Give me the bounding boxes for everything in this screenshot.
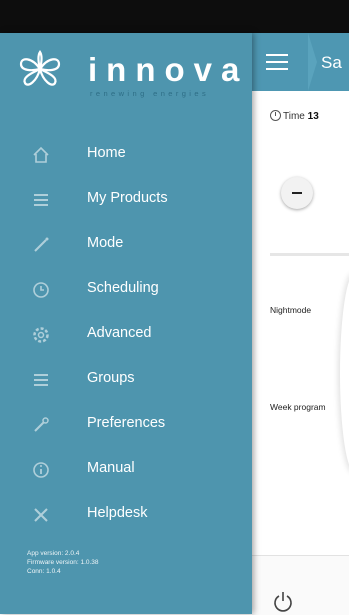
- decrease-button[interactable]: [281, 177, 313, 209]
- nav-item-manual[interactable]: Manual: [0, 452, 252, 488]
- brand-tagline: renewing energies: [90, 89, 210, 98]
- header-chevron: [308, 33, 317, 91]
- time-value: 13: [307, 111, 319, 122]
- version-info: App version: 2.0.4 Firmware version: 1.0…: [27, 549, 99, 576]
- nav-item-scheduling[interactable]: Scheduling: [0, 272, 252, 308]
- divider: [270, 253, 349, 256]
- nav-label: Home: [87, 145, 126, 161]
- conn-version: Conn: 1.0.4: [27, 568, 61, 575]
- nav-item-groups[interactable]: Groups: [0, 362, 252, 398]
- nav-item-advanced[interactable]: Advanced: [0, 317, 252, 353]
- nav-label: My Products: [87, 190, 168, 206]
- nav-item-my-products[interactable]: My Products: [0, 182, 252, 218]
- nav-label: Advanced: [87, 325, 152, 341]
- time-row: Time 13: [270, 110, 319, 122]
- tools-icon: [31, 415, 51, 435]
- nav-item-helpdesk[interactable]: Helpdesk: [0, 497, 252, 533]
- wand-icon: [31, 235, 51, 255]
- nav-label: Scheduling: [87, 280, 159, 296]
- bottom-bar: [252, 555, 349, 615]
- tools-cross-icon: [31, 505, 51, 525]
- logo-mark-icon: [19, 50, 61, 86]
- week-program-label[interactable]: Week program: [270, 402, 326, 412]
- list-icon: [31, 370, 51, 390]
- info-icon: [31, 460, 51, 480]
- navigation-drawer: innova renewing energies Home My Product…: [0, 33, 252, 614]
- nav-label: Mode: [87, 235, 124, 251]
- nav-label: Helpdesk: [87, 505, 148, 521]
- firmware-version: Firmware version: 1.0.38: [27, 559, 99, 566]
- nav-label: Manual: [87, 460, 135, 476]
- list-icon: [31, 190, 51, 210]
- nav-item-preferences[interactable]: Preferences: [0, 407, 252, 443]
- gear-icon: [31, 325, 51, 345]
- nav-item-mode[interactable]: Mode: [0, 227, 252, 263]
- brand-name: innova: [88, 51, 249, 88]
- power-icon[interactable]: [272, 591, 294, 613]
- menu-icon[interactable]: [266, 54, 288, 70]
- clock-icon: [31, 280, 51, 300]
- app-version: App version: 2.0.4: [27, 550, 80, 557]
- home-icon: [31, 145, 51, 165]
- app-header: Sa: [252, 33, 349, 91]
- panel-shadow: [340, 273, 349, 473]
- header-title: Sa: [321, 53, 342, 72]
- nav-item-home[interactable]: Home: [0, 137, 252, 173]
- clock-icon: [270, 110, 281, 121]
- nav-label: Preferences: [87, 415, 166, 431]
- nightmode-label[interactable]: Nightmode: [270, 305, 311, 315]
- minus-icon: [292, 192, 302, 194]
- status-bar: [0, 0, 349, 33]
- time-label: Time: [283, 111, 305, 122]
- nav-label: Groups: [87, 370, 135, 386]
